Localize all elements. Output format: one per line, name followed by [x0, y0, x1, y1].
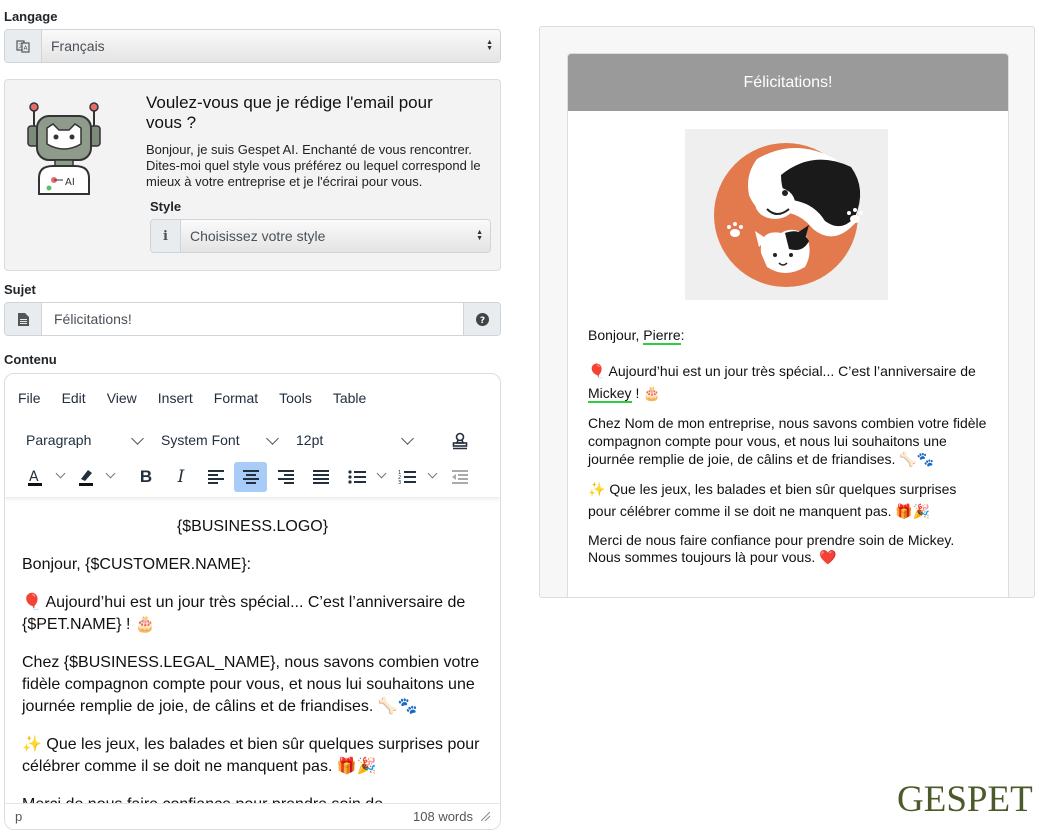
rich-text-editor[interactable]: File Edit View Insert Format Tools Table…	[4, 373, 501, 830]
select-arrows-icon: ▲ ▼	[476, 229, 483, 242]
editor-menubar: File Edit View Insert Format Tools Table	[5, 374, 500, 422]
select-arrows-icon: ▲ ▼	[486, 39, 493, 52]
svg-text:AI: AI	[65, 177, 75, 188]
preview-paragraph-3: ✨ Que les jeux, les balades et bien sûr …	[588, 481, 957, 519]
content-label: Contenu	[4, 352, 57, 367]
menu-table[interactable]: Table	[331, 386, 368, 410]
block-format-value: Paragraph	[26, 432, 92, 448]
svg-text:A: A	[29, 469, 39, 485]
svg-text:?: ?	[479, 316, 484, 326]
greeting-prefix: Bonjour,	[588, 327, 644, 343]
p1-prefix: 🎈 Aujourd’hui est un jour très spécial..…	[588, 363, 976, 379]
menu-view[interactable]: View	[105, 386, 139, 410]
editor-toolbar-format: Paragraph System Font 12pt	[5, 422, 500, 458]
pet-logo-image	[714, 143, 863, 287]
align-right-icon[interactable]	[272, 462, 300, 492]
subject-input[interactable]: Félicitations!	[42, 303, 463, 335]
preview-card: Félicitations! Bonjour, Pierre: 🎈 Aujour…	[567, 53, 1009, 597]
element-path[interactable]: p	[15, 809, 22, 824]
editor-statusbar: p 108 words	[5, 803, 500, 829]
style-value: Choisissez votre style	[190, 228, 326, 244]
menu-edit[interactable]: Edit	[60, 386, 88, 410]
italic-icon[interactable]: I	[167, 462, 195, 492]
style-select[interactable]: Choisissez votre style ▲ ▼	[181, 220, 490, 252]
outdent-icon[interactable]	[446, 462, 474, 492]
email-preview: Félicitations! Bonjour, Pierre: 🎈 Aujour…	[539, 26, 1035, 598]
preview-greeting: Bonjour, Pierre:	[588, 324, 988, 346]
gespet-logo: GESPET	[897, 779, 1033, 820]
editor-toolbar-style: A B I 123	[5, 458, 500, 498]
language-value: Français	[51, 38, 105, 54]
menu-tools[interactable]: Tools	[277, 386, 314, 410]
chevron-down-icon[interactable]	[105, 468, 116, 479]
preview-paragraph-4: Merci de nous faire confiance pour prend…	[588, 532, 955, 565]
chevron-down-icon[interactable]	[427, 468, 438, 479]
pet-name: Mickey	[588, 385, 632, 403]
highlight-color-icon[interactable]	[72, 462, 100, 492]
numbered-list-icon[interactable]: 123	[393, 462, 421, 492]
business-logo	[685, 129, 888, 300]
preview-paragraph-2: Chez Nom de mon entreprise, nous savons …	[588, 415, 987, 467]
chevron-down-icon[interactable]	[376, 468, 387, 479]
text-color-icon[interactable]: A	[21, 462, 49, 492]
info-icon: i	[151, 220, 181, 252]
style-select-group[interactable]: i Choisissez votre style ▲ ▼	[150, 219, 491, 253]
paragraph-1: 🎈 Aujourd’hui est un jour très spécial..…	[22, 594, 466, 633]
chevron-down-icon	[266, 432, 279, 445]
bullet-list-icon[interactable]	[343, 462, 371, 492]
editor-content[interactable]: {$BUSINESS.LOGO} Bonjour, {$CUSTOMER.NAM…	[5, 500, 500, 805]
greeting-suffix: :	[680, 327, 685, 343]
language-label: Langage	[4, 9, 58, 24]
menu-insert[interactable]: Insert	[156, 386, 195, 410]
align-center-icon[interactable]	[234, 462, 267, 492]
align-justify-icon[interactable]	[307, 462, 335, 492]
ai-writer-panel: AI Voulez-vous que je rédige l'email pou…	[4, 79, 501, 271]
preview-header: Félicitations!	[568, 54, 1008, 111]
menu-file[interactable]: File	[16, 386, 43, 410]
subject-label: Sujet	[4, 282, 36, 297]
ai-description: Bonjour, je suis Gespet AI. Enchanté de …	[146, 142, 481, 189]
align-left-icon[interactable]	[202, 462, 230, 492]
font-family-select[interactable]: System Font	[153, 426, 283, 454]
block-format-select[interactable]: Paragraph	[18, 426, 148, 454]
word-count[interactable]: 108 words	[413, 809, 473, 824]
chevron-down-icon	[401, 432, 414, 445]
bold-icon[interactable]: B	[132, 462, 160, 492]
preview-body: Bonjour, Pierre: 🎈 Aujourd’hui est un jo…	[588, 324, 988, 576]
svg-text:3: 3	[398, 480, 401, 485]
greeting-paragraph: Bonjour, {$CUSTOMER.NAME}:	[22, 556, 252, 573]
chevron-down-icon[interactable]	[55, 468, 66, 479]
preview-paragraph-1: 🎈 Aujourd’hui est un jour très spécial..…	[588, 360, 988, 404]
font-family-value: System Font	[161, 432, 240, 448]
language-icon: 文A	[5, 30, 42, 62]
logo-placeholder: {$BUSINESS.LOGO}	[176, 518, 329, 535]
robot-ai-icon: AI	[27, 102, 101, 195]
ai-title: Voulez-vous que je rédige l'email pour v…	[146, 93, 433, 132]
font-size-value: 12pt	[296, 432, 324, 448]
language-select-group[interactable]: 文A Français ▲ ▼	[4, 29, 501, 63]
customer-name: Pierre	[643, 327, 681, 345]
stamp-icon[interactable]	[445, 426, 475, 456]
paragraph-3: ✨ Que les jeux, les balades et bien sûr …	[22, 736, 480, 775]
chevron-down-icon	[131, 432, 144, 445]
resize-handle-icon[interactable]	[481, 812, 490, 821]
paragraph-2: Chez {$BUSINESS.LEGAL_NAME}, nous savons…	[22, 654, 480, 715]
style-label: Style	[150, 199, 182, 214]
menu-format[interactable]: Format	[212, 386, 260, 410]
language-select[interactable]: Français ▲ ▼	[42, 30, 500, 62]
font-size-select[interactable]: 12pt	[288, 426, 418, 454]
help-icon[interactable]: ?	[463, 303, 500, 335]
p1-suffix: ! 🎂	[631, 385, 661, 401]
subject-group[interactable]: Félicitations! ?	[4, 302, 501, 336]
document-icon	[5, 303, 42, 335]
